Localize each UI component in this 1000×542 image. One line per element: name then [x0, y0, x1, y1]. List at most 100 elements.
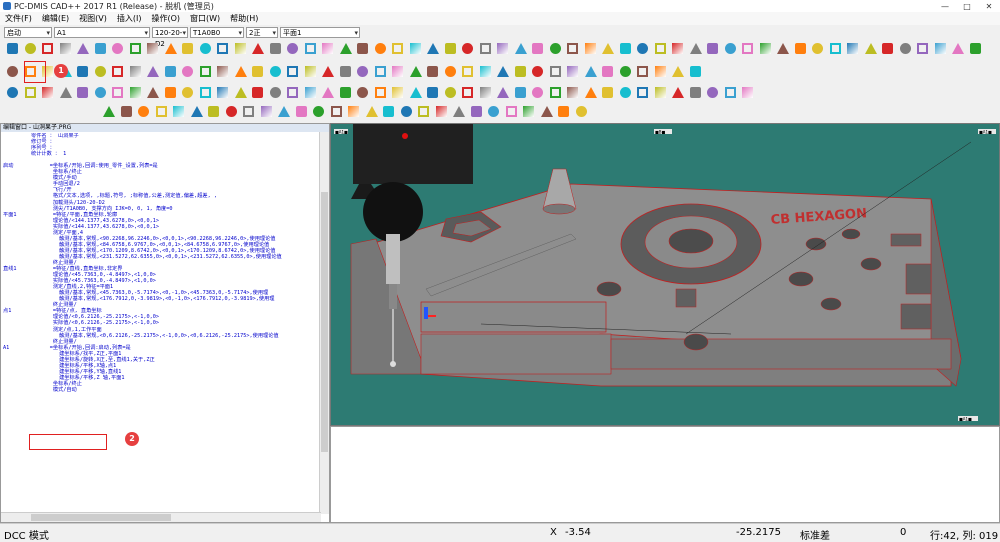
toolbar-tool-icon[interactable] — [862, 40, 877, 55]
toolbar-tool-icon[interactable] — [170, 103, 185, 118]
tip-select[interactable]: T1A0B0 — [190, 27, 244, 39]
toolbar-tool-icon[interactable] — [57, 40, 72, 55]
toolbar-tool-icon[interactable] — [284, 84, 299, 99]
toolbar-tool-icon[interactable] — [442, 40, 457, 55]
toolbar-tool-icon[interactable] — [424, 63, 439, 78]
toolbar-tool-icon[interactable] — [249, 63, 264, 78]
toolbar-tool-icon[interactable] — [389, 40, 404, 55]
toolbar-tool-icon[interactable] — [442, 63, 457, 78]
code-line[interactable]: 模式/自动 — [3, 387, 321, 393]
program-code[interactable]: 零件名 ： 山洞果子 修订号 ：序列号 ：统计计数 ： 1 启动 =坐标系/开始,回… — [3, 133, 321, 513]
vertical-scrollbar[interactable] — [319, 132, 329, 514]
close-button[interactable]: ✕ — [978, 0, 1000, 12]
toolbar-tool-icon[interactable] — [967, 40, 982, 55]
workplane-select[interactable]: 平面1 — [280, 27, 360, 39]
toolbar-tool-icon[interactable] — [757, 40, 772, 55]
toolbar-tool-icon[interactable] — [617, 84, 632, 99]
toolbar-tool-icon[interactable] — [354, 84, 369, 99]
toolbar-tool-icon[interactable] — [319, 63, 334, 78]
toolbar-tool-icon[interactable] — [214, 40, 229, 55]
toolbar-tool-icon[interactable] — [354, 63, 369, 78]
toolbar-tool-icon[interactable] — [153, 103, 168, 118]
toolbar-tool-icon[interactable] — [39, 40, 54, 55]
toolbar-tool-icon[interactable] — [407, 40, 422, 55]
toolbar-tool-icon[interactable] — [4, 63, 19, 78]
toolbar-tool-icon[interactable] — [127, 84, 142, 99]
toolbar-tool-icon[interactable] — [22, 84, 37, 99]
toolbar-tool-icon[interactable] — [634, 40, 649, 55]
toolbar-tool-icon[interactable] — [503, 103, 518, 118]
toolbar-tool-icon[interactable] — [162, 63, 177, 78]
toolbar-tool-icon[interactable] — [74, 40, 89, 55]
toolbar-tool-icon[interactable] — [547, 63, 562, 78]
toolbar-tool-icon[interactable] — [617, 40, 632, 55]
toolbar-tool-icon[interactable] — [573, 103, 588, 118]
menu-view[interactable]: 视图(V) — [74, 13, 112, 24]
toolbar-tool-icon[interactable] — [214, 84, 229, 99]
toolbar-tool-icon[interactable] — [582, 84, 597, 99]
toolbar-tool-icon[interactable] — [520, 103, 535, 118]
toolbar-tool-icon[interactable] — [722, 40, 737, 55]
toolbar-tool-icon[interactable] — [634, 63, 649, 78]
toolbar-tool-icon[interactable] — [914, 40, 929, 55]
toolbar-tool-icon[interactable] — [879, 40, 894, 55]
toolbar-tool-icon[interactable] — [687, 40, 702, 55]
probe-select[interactable]: 120-20-D2 — [152, 27, 188, 48]
toolbar-tool-icon[interactable] — [529, 84, 544, 99]
toolbar-tool-icon[interactable] — [22, 40, 37, 55]
toolbar-tool-icon[interactable] — [599, 84, 614, 99]
toolbar-tool-icon[interactable] — [118, 103, 133, 118]
toolbar-tool-icon[interactable] — [92, 40, 107, 55]
toolbar-tool-icon[interactable] — [74, 84, 89, 99]
toolbar-tool-icon[interactable] — [477, 40, 492, 55]
toolbar-tool-icon[interactable] — [109, 40, 124, 55]
menu-insert[interactable]: 插入(I) — [112, 13, 147, 24]
toolbar-tool-icon[interactable] — [687, 84, 702, 99]
toolbar-tool-icon[interactable] — [424, 40, 439, 55]
toolbar-tool-icon[interactable] — [827, 40, 842, 55]
toolbar-tool-icon[interactable] — [459, 40, 474, 55]
toolbar-tool-icon[interactable] — [337, 40, 352, 55]
toolbar-tool-icon[interactable] — [774, 40, 789, 55]
toolbar-tool-icon[interactable] — [739, 40, 754, 55]
toolbar-tool-icon[interactable] — [669, 84, 684, 99]
toolbar-tool-icon[interactable] — [424, 84, 439, 99]
menu-help[interactable]: 帮助(H) — [225, 13, 263, 24]
toolbar-tool-icon[interactable] — [564, 40, 579, 55]
toolbar-tool-icon[interactable] — [599, 63, 614, 78]
toolbar-tool-icon[interactable] — [354, 40, 369, 55]
toolbar-tool-icon[interactable] — [144, 63, 159, 78]
toolbar-tool-icon[interactable] — [284, 40, 299, 55]
menu-operation[interactable]: 操作(O) — [146, 13, 185, 24]
mode-select[interactable]: 启动 — [4, 27, 52, 39]
toolbar-tool-icon[interactable] — [179, 84, 194, 99]
toolbar-tool-icon[interactable] — [205, 103, 220, 118]
toolbar-tool-icon[interactable] — [494, 63, 509, 78]
toolbar-tool-icon[interactable] — [372, 40, 387, 55]
toolbar-tool-icon[interactable] — [555, 103, 570, 118]
toolbar-tool-icon[interactable] — [302, 40, 317, 55]
toolbar-tool-icon[interactable] — [538, 103, 553, 118]
toolbar-tool-icon[interactable] — [529, 63, 544, 78]
toolbar-tool-icon[interactable] — [844, 40, 859, 55]
toolbar-tool-icon[interactable] — [380, 103, 395, 118]
toolbar-tool-icon[interactable] — [739, 84, 754, 99]
toolbar-tool-icon[interactable] — [512, 40, 527, 55]
maximize-button[interactable]: □ — [956, 0, 978, 12]
toolbar-tool-icon[interactable] — [284, 63, 299, 78]
toolbar-tool-icon[interactable] — [897, 40, 912, 55]
toolbar-tool-icon[interactable] — [494, 84, 509, 99]
toolbar-tool-icon[interactable] — [372, 84, 387, 99]
menu-window[interactable]: 窗口(W) — [185, 13, 225, 24]
toolbar-tool-icon[interactable] — [223, 103, 238, 118]
toolbar-tool-icon[interactable] — [433, 103, 448, 118]
toolbar-tool-icon[interactable] — [4, 40, 19, 55]
toolbar-tool-icon[interactable] — [564, 84, 579, 99]
toolbar-tool-icon[interactable] — [652, 84, 667, 99]
toolbar-tool-icon[interactable] — [197, 84, 212, 99]
toolbar-tool-icon[interactable] — [232, 63, 247, 78]
toolbar-tool-icon[interactable] — [232, 84, 247, 99]
toolbar-tool-icon[interactable] — [4, 84, 19, 99]
toolbar-tool-icon[interactable] — [267, 40, 282, 55]
toolbar-tool-icon[interactable] — [582, 63, 597, 78]
